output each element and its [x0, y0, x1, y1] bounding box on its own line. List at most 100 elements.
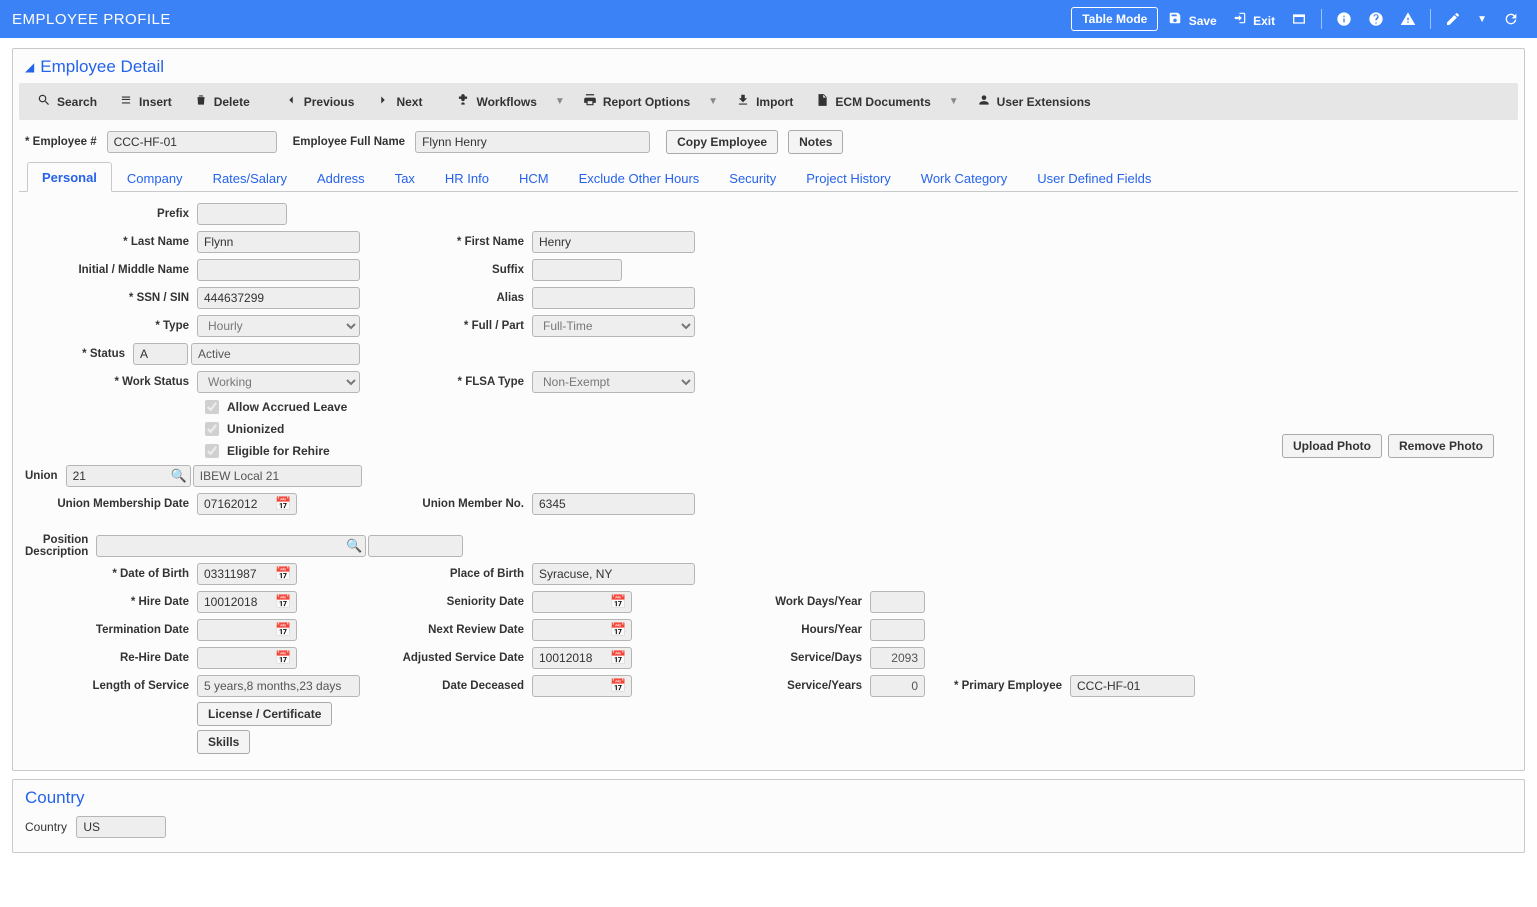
remove-photo-button[interactable]: Remove Photo [1388, 434, 1494, 458]
notes-button[interactable]: Notes [788, 130, 843, 154]
report-options-dropdown-icon[interactable]: ▼ [702, 96, 724, 107]
country-input[interactable] [76, 816, 166, 838]
service-years-input [870, 675, 925, 697]
import-button[interactable]: Import [726, 87, 803, 116]
allow-accrued-checkbox[interactable] [205, 400, 219, 414]
alias-input[interactable] [532, 287, 695, 309]
tab-project-history[interactable]: Project History [791, 163, 906, 192]
adj-service-label: Adjusted Service Date [360, 652, 532, 664]
union-member-no-input[interactable] [532, 493, 695, 515]
place-birth-input[interactable] [532, 563, 695, 585]
key-row: Employee # Employee Full Name Copy Emplo… [13, 126, 1524, 162]
tab-security[interactable]: Security [714, 163, 791, 192]
ecm-dropdown-icon[interactable]: ▼ [943, 96, 965, 107]
workflows-button[interactable]: Workflows [446, 87, 546, 116]
workflows-dropdown-icon[interactable]: ▼ [549, 96, 571, 107]
position-desc-input[interactable] [96, 535, 366, 557]
window-icon[interactable] [1285, 7, 1313, 31]
suffix-input[interactable] [532, 259, 622, 281]
tab-hcm[interactable]: HCM [504, 163, 564, 192]
union-date-input[interactable] [197, 493, 297, 515]
info-icon[interactable] [1330, 7, 1358, 31]
status-code-input[interactable] [133, 343, 188, 365]
eligible-rehire-checkbox[interactable] [205, 444, 219, 458]
eligible-rehire-label: Eligible for Rehire [227, 444, 330, 458]
prefix-input[interactable] [197, 203, 287, 225]
insert-label: Insert [139, 95, 172, 109]
divider [1430, 9, 1431, 29]
workflows-label: Workflows [476, 95, 536, 109]
fullpart-select[interactable]: Full-Time [532, 315, 695, 337]
tab-company[interactable]: Company [112, 163, 198, 192]
primary-employee-input[interactable] [1070, 675, 1195, 697]
flsa-select[interactable]: Non-Exempt [532, 371, 695, 393]
full-name-input[interactable] [415, 131, 650, 153]
report-options-button[interactable]: Report Options [573, 87, 700, 116]
collapse-icon[interactable]: ◢ [25, 60, 34, 74]
tab-work-category[interactable]: Work Category [906, 163, 1022, 192]
refresh-icon[interactable] [1497, 7, 1525, 31]
date-deceased-input[interactable] [532, 675, 632, 697]
tab-rates-salary[interactable]: Rates/Salary [198, 163, 302, 192]
hours-year-input[interactable] [870, 619, 925, 641]
next-review-input[interactable] [532, 619, 632, 641]
type-select[interactable]: Hourly [197, 315, 360, 337]
hire-date-input[interactable] [197, 591, 297, 613]
user-extensions-button[interactable]: User Extensions [967, 87, 1101, 116]
middle-input[interactable] [197, 259, 360, 281]
form-body: Prefix Last Name First Name Initial / Mi… [13, 192, 1524, 770]
upload-photo-button[interactable]: Upload Photo [1282, 434, 1382, 458]
tab-exclude-other-hours[interactable]: Exclude Other Hours [564, 163, 715, 192]
unionized-checkbox[interactable] [205, 422, 219, 436]
hours-year-label: Hours/Year [740, 624, 870, 636]
seniority-date-input[interactable] [532, 591, 632, 613]
edit-icon[interactable] [1439, 7, 1467, 31]
dob-input[interactable] [197, 563, 297, 585]
table-mode-button[interactable]: Table Mode [1071, 7, 1158, 31]
rehire-date-input[interactable] [197, 647, 297, 669]
delete-label: Delete [214, 95, 250, 109]
tab-personal[interactable]: Personal [27, 162, 112, 192]
ssn-input[interactable] [197, 287, 360, 309]
lookup-icon[interactable]: 🔍 [346, 538, 362, 554]
save-button[interactable]: Save [1162, 7, 1222, 32]
service-years-label: Service/Years [740, 680, 870, 692]
import-icon [736, 93, 750, 110]
tab-address[interactable]: Address [302, 163, 380, 192]
employee-num-input[interactable] [107, 131, 277, 153]
country-panel: Country Country [12, 779, 1525, 853]
skills-button[interactable]: Skills [197, 730, 250, 754]
copy-employee-button[interactable]: Copy Employee [666, 130, 778, 154]
app-actions: Table Mode Save Exit ▼ [1071, 7, 1525, 32]
insert-icon [119, 93, 133, 110]
allow-accrued-label: Allow Accrued Leave [227, 400, 347, 414]
search-button[interactable]: Search [27, 87, 107, 116]
last-name-input[interactable] [197, 231, 360, 253]
insert-button[interactable]: Insert [109, 87, 182, 116]
exit-button[interactable]: Exit [1227, 7, 1281, 32]
help-icon[interactable] [1362, 7, 1390, 31]
adj-service-input[interactable] [532, 647, 632, 669]
search-label: Search [57, 95, 97, 109]
work-days-year-input[interactable] [870, 591, 925, 613]
exit-icon [1233, 14, 1247, 28]
status-desc-input [191, 343, 360, 365]
alert-icon[interactable] [1394, 7, 1422, 31]
dropdown-icon[interactable]: ▼ [1471, 10, 1493, 29]
first-name-input[interactable] [532, 231, 695, 253]
alias-label: Alias [360, 292, 532, 304]
termination-date-input[interactable] [197, 619, 297, 641]
delete-button[interactable]: Delete [184, 87, 260, 116]
ecm-button[interactable]: ECM Documents [805, 87, 940, 116]
next-button[interactable]: Next [366, 87, 432, 116]
license-cert-button[interactable]: License / Certificate [197, 702, 332, 726]
previous-button[interactable]: Previous [274, 87, 365, 116]
work-status-select[interactable]: Working [197, 371, 360, 393]
union-label: Union [25, 470, 66, 482]
workflows-icon [456, 93, 470, 110]
fullpart-label: Full / Part [360, 320, 532, 332]
tab-tax[interactable]: Tax [380, 163, 430, 192]
tab-hr-info[interactable]: HR Info [430, 163, 504, 192]
lookup-icon[interactable]: 🔍 [171, 468, 187, 484]
tab-user-defined-fields[interactable]: User Defined Fields [1022, 163, 1166, 192]
